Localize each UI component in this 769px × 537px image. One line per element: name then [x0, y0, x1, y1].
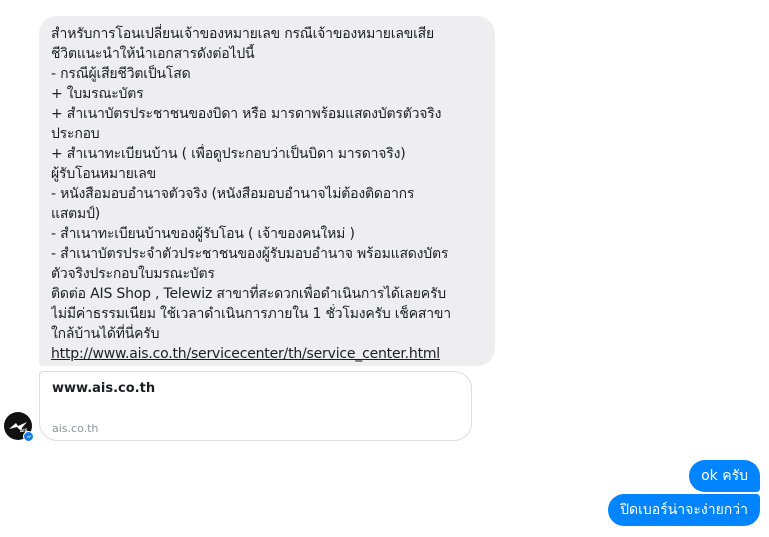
- outgoing-message-bubble: ปิดเบอร์น่าจะง่ายกว่า: [608, 494, 760, 526]
- message-line: - กรณีผู้เสียชีวิตเป็นโสด: [51, 66, 191, 82]
- message-line: ไม่มีค่าธรรมเนียม ใช้เวลาดำเนินการภายใน …: [51, 306, 451, 322]
- message-line: - สำเนาบัตรประจำตัวประชาชนของผู้รับมอบอำ…: [51, 246, 449, 262]
- message-line: ประกอบ: [51, 126, 100, 142]
- message-line: ใกล้บ้านได้ที่นี่ครับ: [51, 326, 160, 342]
- message-line: ชีวิตแนะนำให้นำเอกสารดังต่อไปนี้: [51, 46, 255, 62]
- link-preview-title: www.ais.co.th: [52, 381, 156, 396]
- message-line: - หนังสือมอบอำนาจตัวจริง (หนังสือมอบอำนา…: [51, 186, 415, 202]
- message-line: + สำเนาทะเบียนบ้าน ( เพื่อดูประกอบว่าเป็…: [51, 146, 406, 162]
- message-line: + สำเนาบัตรประชาชนของบิดา หรือ มารดาพร้อ…: [51, 106, 442, 122]
- message-line: - สำเนาทะเบียนบ้านของผู้รับโอน ( เจ้าของ…: [51, 226, 355, 242]
- message-line: แสตมป์): [51, 206, 101, 222]
- message-line: + ใบมรณะบัตร: [51, 86, 144, 102]
- link-preview-card[interactable]: www.ais.co.th ais.co.th: [39, 371, 472, 441]
- link-preview-domain: ais.co.th: [52, 422, 99, 435]
- service-center-link[interactable]: http://www.ais.co.th/servicecenter/th/se…: [51, 346, 440, 362]
- avatar[interactable]: AIS: [4, 412, 34, 442]
- messenger-badge-icon: [23, 431, 34, 442]
- incoming-message-bubble: สำหรับการโอนเปลี่ยนเจ้าของหมายเลข กรณีเจ…: [39, 16, 495, 366]
- message-line: สำหรับการโอนเปลี่ยนเจ้าของหมายเลข กรณีเจ…: [51, 26, 435, 42]
- outgoing-message-bubble: ok ครับ: [689, 460, 760, 492]
- message-line: ตัวจริงประกอบใบมรณะบัตร: [51, 266, 215, 282]
- message-line: ติดต่อ AIS Shop , Telewiz สาขาที่สะดวกเพ…: [51, 286, 446, 302]
- message-line: ผู้รับโอนหมายเลข: [51, 166, 156, 182]
